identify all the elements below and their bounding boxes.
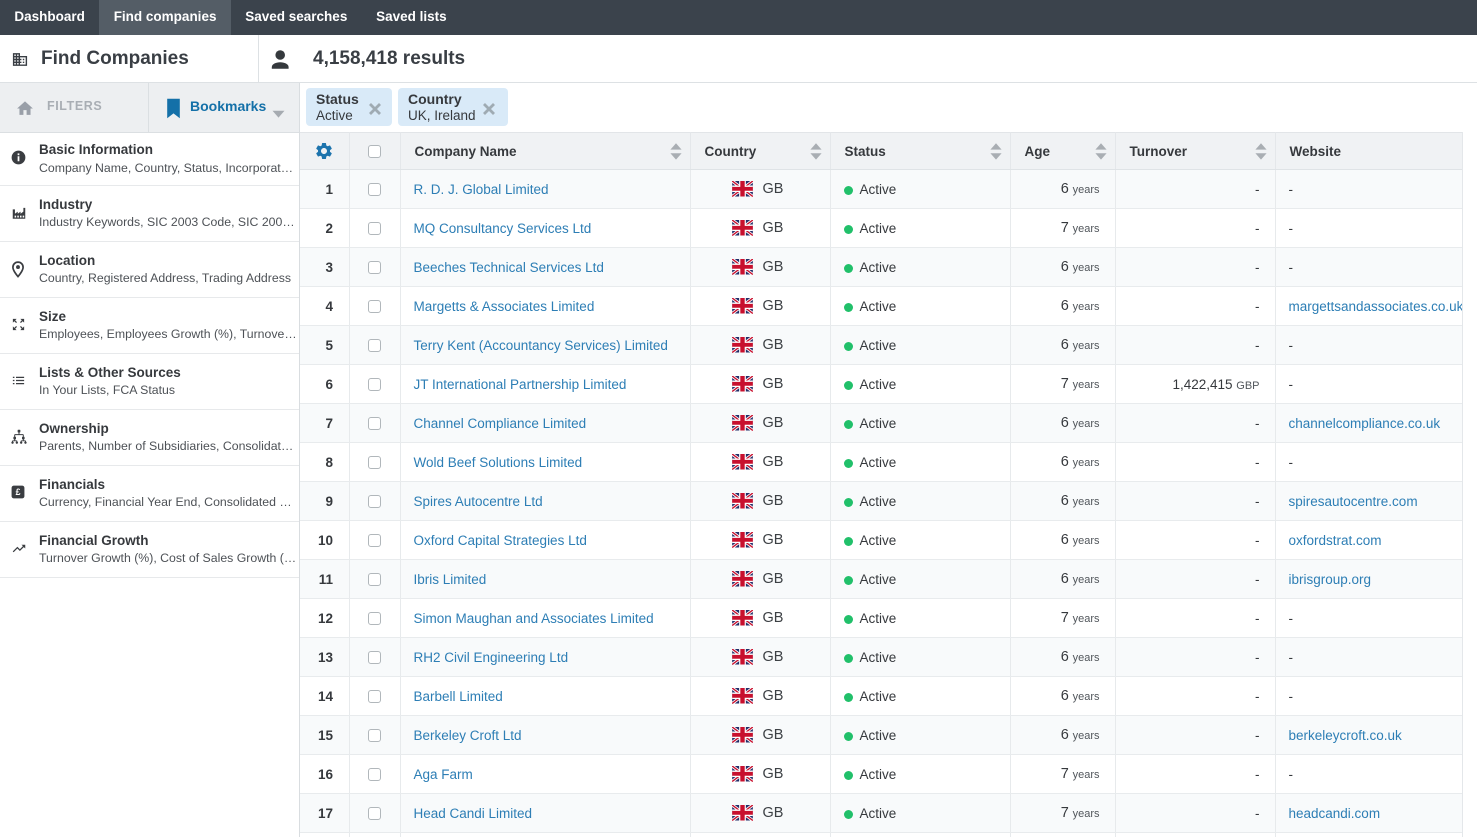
svg-text:£: £	[16, 487, 21, 497]
